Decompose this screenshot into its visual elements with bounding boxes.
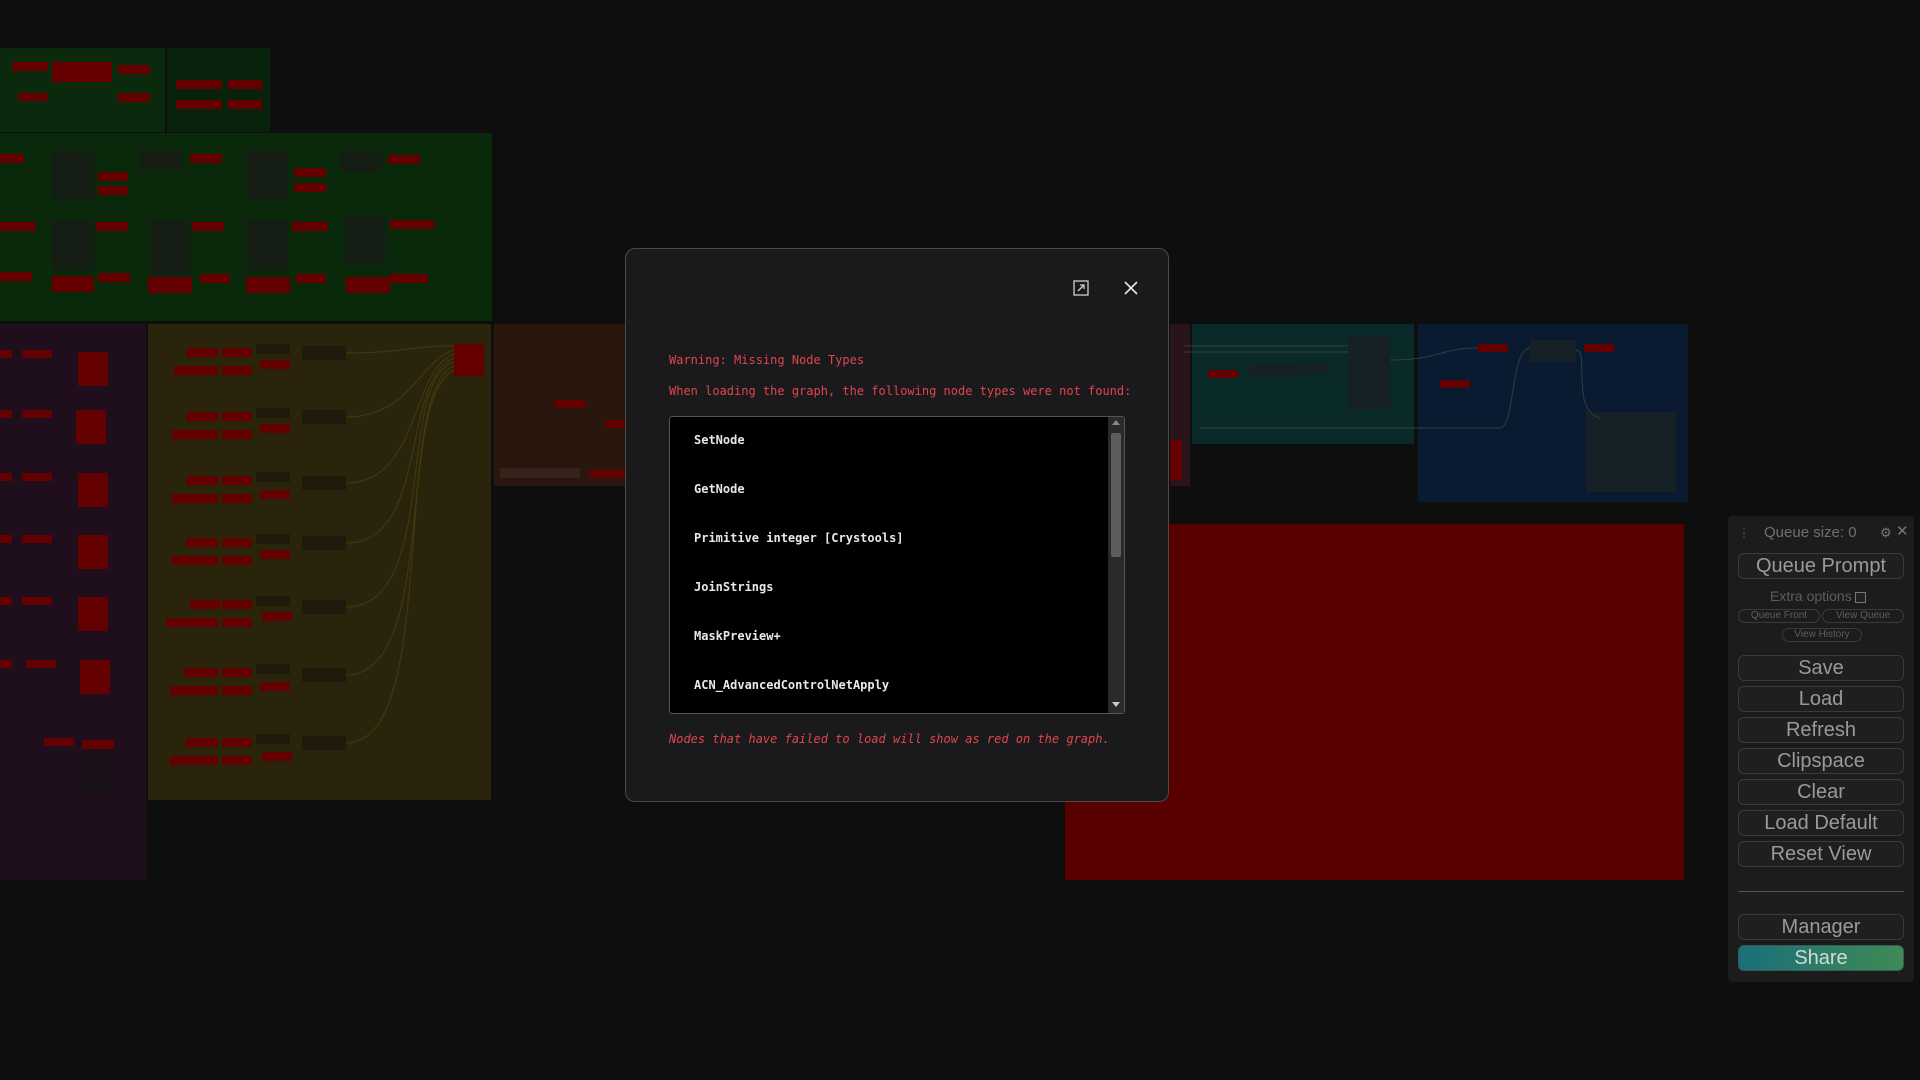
scroll-up-icon[interactable] [1112, 420, 1120, 425]
expand-icon[interactable] [1072, 279, 1090, 297]
load-button[interactable]: Load [1738, 686, 1904, 712]
clipspace-button[interactable]: Clipspace [1738, 748, 1904, 774]
view-history-button[interactable]: View History [1782, 628, 1862, 642]
refresh-button[interactable]: Refresh [1738, 717, 1904, 743]
scrollbar[interactable] [1108, 417, 1124, 713]
drag-handle-icon[interactable]: ⋮ [1738, 526, 1750, 540]
queue-size-label: Queue size: 0 [1764, 524, 1857, 541]
warning-footer: Nodes that have failed to load will show… [669, 732, 1110, 746]
list-item: GetNode [694, 482, 745, 496]
gear-icon[interactable]: ⚙ [1880, 525, 1892, 541]
close-icon[interactable]: ✕ [1896, 522, 1909, 540]
extra-options: Extra options [1770, 588, 1866, 604]
list-item: Primitive integer [Crystools] [694, 531, 904, 545]
queue-prompt-button[interactable]: Queue Prompt [1738, 553, 1904, 579]
reset-view-button[interactable]: Reset View [1738, 841, 1904, 867]
list-item: MaskPreview+ [694, 629, 781, 643]
warning-description: When loading the graph, the following no… [669, 384, 1132, 398]
manager-button[interactable]: Manager [1738, 914, 1904, 940]
close-icon[interactable] [1122, 279, 1140, 297]
warning-title: Warning: Missing Node Types [669, 353, 865, 367]
share-button[interactable]: Share [1738, 945, 1904, 971]
missing-node-list[interactable]: SetNode GetNode Primitive integer [Cryst… [669, 416, 1125, 714]
list-item: SetNode [694, 433, 745, 447]
missing-nodes-dialog: Warning: Missing Node Types When loading… [625, 248, 1169, 802]
save-button[interactable]: Save [1738, 655, 1904, 681]
side-menu: ⋮ Queue size: 0 ⚙ ✕ Queue Prompt Extra o… [1728, 516, 1914, 982]
scroll-thumb[interactable] [1111, 433, 1121, 557]
queue-front-button[interactable]: Queue Front [1738, 609, 1820, 623]
extra-options-checkbox[interactable] [1854, 591, 1866, 603]
extra-options-label: Extra options [1770, 588, 1852, 604]
list-item: ACN_AdvancedControlNetApply [694, 678, 890, 692]
view-queue-button[interactable]: View Queue [1822, 609, 1904, 623]
scroll-down-icon[interactable] [1112, 702, 1120, 707]
list-item: JoinStrings [694, 580, 774, 594]
load-default-button[interactable]: Load Default [1738, 810, 1904, 836]
clear-button[interactable]: Clear [1738, 779, 1904, 805]
menu-divider [1738, 891, 1904, 892]
